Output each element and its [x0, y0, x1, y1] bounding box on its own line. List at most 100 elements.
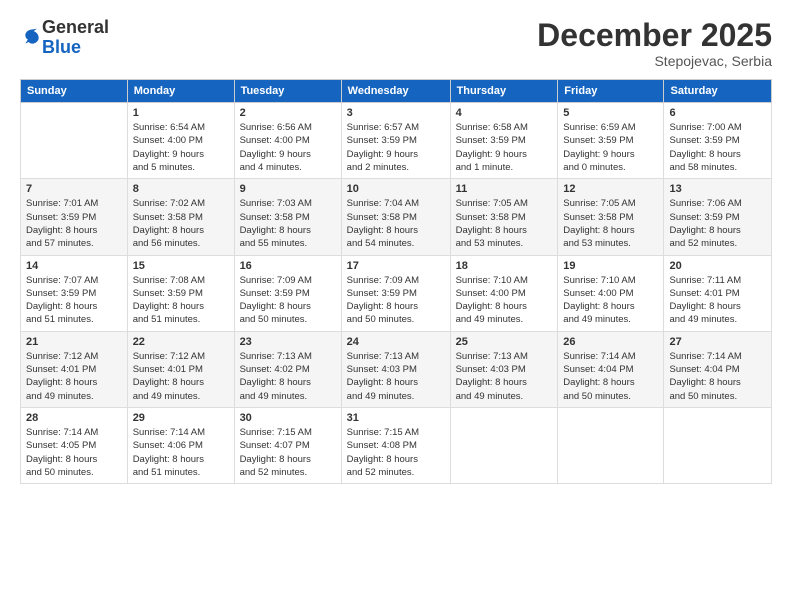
header: General Blue December 2025 Stepojevac, S… — [20, 18, 772, 69]
table-row: 25 Sunrise: 7:13 AMSunset: 4:03 PMDayligh… — [450, 331, 558, 407]
table-row — [664, 407, 772, 483]
day-info: Sunrise: 7:03 AMSunset: 3:58 PMDaylight:… — [240, 197, 336, 250]
day-number: 22 — [133, 336, 229, 348]
calendar-header-row: Sunday Monday Tuesday Wednesday Thursday… — [21, 80, 772, 103]
day-info: Sunrise: 7:12 AMSunset: 4:01 PMDaylight:… — [26, 350, 122, 403]
col-saturday: Saturday — [664, 80, 772, 103]
table-row: 23 Sunrise: 7:13 AMSunset: 4:02 PMDayligh… — [234, 331, 341, 407]
table-row — [558, 407, 664, 483]
day-number: 29 — [133, 412, 229, 424]
table-row: 17Sunrise: 7:09 AMSunset: 3:59 PMDayligh… — [341, 255, 450, 331]
day-info: Sunrise: 7:00 AMSunset: 3:59 PMDaylight:… — [669, 121, 766, 174]
day-info: Sunrise: 6:59 AMSunset: 3:59 PMDaylight:… — [563, 121, 658, 174]
day-info: Sunrise: 7:10 AMSunset: 4:00 PMDaylight:… — [563, 274, 658, 327]
table-row: 31 Sunrise: 7:15 AMSunset: 4:08 PMDayligh… — [341, 407, 450, 483]
day-info: Sunrise: 7:01 AMSunset: 3:59 PMDaylight:… — [26, 197, 122, 250]
table-row: 27 Sunrise: 7:14 AMSunset: 4:04 PMDayligh… — [664, 331, 772, 407]
logo: General Blue — [20, 18, 109, 58]
table-row: 7Sunrise: 7:01 AMSunset: 3:59 PMDaylight… — [21, 179, 128, 255]
day-number: 9 — [240, 183, 336, 195]
table-row: 16Sunrise: 7:09 AMSunset: 3:59 PMDayligh… — [234, 255, 341, 331]
day-number: 15 — [133, 260, 229, 272]
logo-blue-label: Blue — [42, 38, 109, 58]
table-row: 4Sunrise: 6:58 AMSunset: 3:59 PMDaylight… — [450, 103, 558, 179]
day-info: Sunrise: 7:13 AMSunset: 4:03 PMDaylight:… — [456, 350, 553, 403]
table-row: 29 Sunrise: 7:14 AMSunset: 4:06 PMDayligh… — [127, 407, 234, 483]
day-number: 28 — [26, 412, 122, 424]
day-info: Sunrise: 7:12 AMSunset: 4:01 PMDaylight:… — [133, 350, 229, 403]
table-row: 15Sunrise: 7:08 AMSunset: 3:59 PMDayligh… — [127, 255, 234, 331]
col-tuesday: Tuesday — [234, 80, 341, 103]
table-row: 3 Sunrise: 6:57 AMSunset: 3:59 PMDaylight… — [341, 103, 450, 179]
day-number: 3 — [347, 107, 445, 119]
day-info: Sunrise: 7:13 AMSunset: 4:02 PMDaylight:… — [240, 350, 336, 403]
day-info: Sunrise: 7:14 AMSunset: 4:05 PMDaylight:… — [26, 426, 122, 479]
calendar-week-row: 7Sunrise: 7:01 AMSunset: 3:59 PMDaylight… — [21, 179, 772, 255]
day-number: 20 — [669, 260, 766, 272]
table-row: 26 Sunrise: 7:14 AMSunset: 4:04 PMDayligh… — [558, 331, 664, 407]
table-row: 30Sunrise: 7:15 AMSunset: 4:07 PMDayligh… — [234, 407, 341, 483]
day-info: Sunrise: 6:56 AMSunset: 4:00 PMDaylight:… — [240, 121, 336, 174]
day-info: Sunrise: 7:07 AMSunset: 3:59 PMDaylight:… — [26, 274, 122, 327]
table-row: 9 Sunrise: 7:03 AMSunset: 3:58 PMDaylight… — [234, 179, 341, 255]
day-number: 11 — [456, 183, 553, 195]
day-number: 21 — [26, 336, 122, 348]
day-info: Sunrise: 7:11 AMSunset: 4:01 PMDaylight:… — [669, 274, 766, 327]
day-number: 14 — [26, 260, 122, 272]
day-number: 25 — [456, 336, 553, 348]
day-info: Sunrise: 7:06 AMSunset: 3:59 PMDaylight:… — [669, 197, 766, 250]
table-row: 21 Sunrise: 7:12 AMSunset: 4:01 PMDayligh… — [21, 331, 128, 407]
col-monday: Monday — [127, 80, 234, 103]
calendar-week-row: 28 Sunrise: 7:14 AMSunset: 4:05 PMDayligh… — [21, 407, 772, 483]
day-number: 13 — [669, 183, 766, 195]
day-number: 2 — [240, 107, 336, 119]
day-number: 4 — [456, 107, 553, 119]
location-subtitle: Stepojevac, Serbia — [537, 53, 772, 69]
day-number: 27 — [669, 336, 766, 348]
table-row: 18Sunrise: 7:10 AMSunset: 4:00 PMDayligh… — [450, 255, 558, 331]
day-info: Sunrise: 7:05 AMSunset: 3:58 PMDaylight:… — [563, 197, 658, 250]
table-row: 5Sunrise: 6:59 AMSunset: 3:59 PMDaylight… — [558, 103, 664, 179]
day-info: Sunrise: 7:05 AMSunset: 3:58 PMDaylight:… — [456, 197, 553, 250]
day-info: Sunrise: 7:02 AMSunset: 3:58 PMDaylight:… — [133, 197, 229, 250]
day-number: 17 — [347, 260, 445, 272]
table-row: 19Sunrise: 7:10 AMSunset: 4:00 PMDayligh… — [558, 255, 664, 331]
month-title: December 2025 — [537, 18, 772, 53]
day-info: Sunrise: 7:15 AMSunset: 4:08 PMDaylight:… — [347, 426, 445, 479]
col-friday: Friday — [558, 80, 664, 103]
table-row: 6 Sunrise: 7:00 AMSunset: 3:59 PMDaylight… — [664, 103, 772, 179]
day-info: Sunrise: 7:14 AMSunset: 4:04 PMDaylight:… — [669, 350, 766, 403]
table-row: 20 Sunrise: 7:11 AMSunset: 4:01 PMDayligh… — [664, 255, 772, 331]
table-row: 12Sunrise: 7:05 AMSunset: 3:58 PMDayligh… — [558, 179, 664, 255]
table-row: 10 Sunrise: 7:04 AMSunset: 3:58 PMDayligh… — [341, 179, 450, 255]
day-number: 10 — [347, 183, 445, 195]
day-number: 1 — [133, 107, 229, 119]
day-number: 6 — [669, 107, 766, 119]
day-number: 26 — [563, 336, 658, 348]
table-row: 24Sunrise: 7:13 AMSunset: 4:03 PMDayligh… — [341, 331, 450, 407]
day-info: Sunrise: 7:13 AMSunset: 4:03 PMDaylight:… — [347, 350, 445, 403]
table-row: 13 Sunrise: 7:06 AMSunset: 3:59 PMDayligh… — [664, 179, 772, 255]
day-info: Sunrise: 7:15 AMSunset: 4:07 PMDaylight:… — [240, 426, 336, 479]
logo-bird-icon — [22, 27, 42, 47]
table-row: 2 Sunrise: 6:56 AMSunset: 4:00 PMDaylight… — [234, 103, 341, 179]
table-row: 11 Sunrise: 7:05 AMSunset: 3:58 PMDayligh… — [450, 179, 558, 255]
calendar-week-row: 14 Sunrise: 7:07 AMSunset: 3:59 PMDayligh… — [21, 255, 772, 331]
day-number: 23 — [240, 336, 336, 348]
calendar-week-row: 21 Sunrise: 7:12 AMSunset: 4:01 PMDayligh… — [21, 331, 772, 407]
calendar-table: Sunday Monday Tuesday Wednesday Thursday… — [20, 79, 772, 484]
day-info: Sunrise: 7:14 AMSunset: 4:06 PMDaylight:… — [133, 426, 229, 479]
day-info: Sunrise: 7:04 AMSunset: 3:58 PMDaylight:… — [347, 197, 445, 250]
calendar-week-row: 1Sunrise: 6:54 AMSunset: 4:00 PMDaylight… — [21, 103, 772, 179]
logo-general-label: General — [42, 18, 109, 38]
col-thursday: Thursday — [450, 80, 558, 103]
day-info: Sunrise: 7:10 AMSunset: 4:00 PMDaylight:… — [456, 274, 553, 327]
day-info: Sunrise: 7:09 AMSunset: 3:59 PMDaylight:… — [240, 274, 336, 327]
day-number: 8 — [133, 183, 229, 195]
day-info: Sunrise: 7:14 AMSunset: 4:04 PMDaylight:… — [563, 350, 658, 403]
page: General Blue December 2025 Stepojevac, S… — [0, 0, 792, 612]
table-row: 28 Sunrise: 7:14 AMSunset: 4:05 PMDayligh… — [21, 407, 128, 483]
day-info: Sunrise: 6:57 AMSunset: 3:59 PMDaylight:… — [347, 121, 445, 174]
table-row: 22 Sunrise: 7:12 AMSunset: 4:01 PMDayligh… — [127, 331, 234, 407]
day-number: 31 — [347, 412, 445, 424]
